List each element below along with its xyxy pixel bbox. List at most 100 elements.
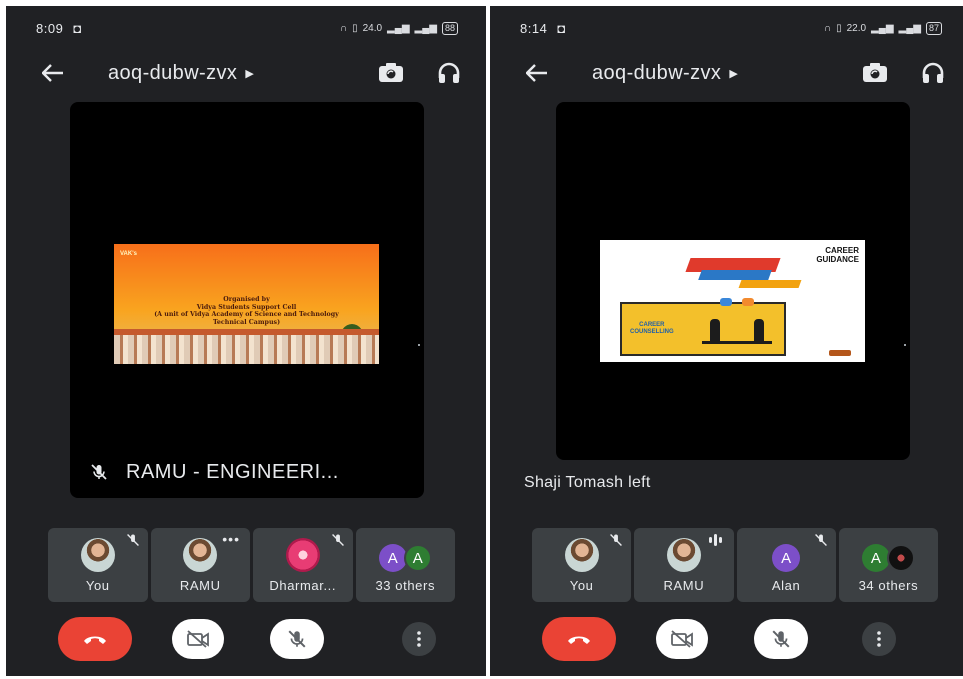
participant-strip: You RAMU A Alan A 34 others	[532, 528, 938, 602]
signal-icon: ▂▄▆	[871, 22, 894, 34]
call-controls	[58, 616, 446, 662]
speech-bubble	[720, 298, 732, 306]
presenter-name-bar: RAMU - ENGINEERI...	[70, 446, 424, 498]
meeting-code[interactable]: aoq-dubw-zvx	[592, 62, 721, 85]
caret-right-icon[interactable]: ▶	[245, 67, 253, 80]
avatar	[666, 538, 701, 572]
back-button[interactable]	[522, 58, 552, 88]
speaking-indicator-icon	[708, 534, 722, 546]
avatar-group: A A	[378, 544, 432, 572]
status-icons: ∩ ▯ 22.0 ▂▄▆ ▂▄▆ 87	[823, 21, 942, 35]
mic-toggle-button[interactable]	[270, 619, 324, 659]
participant-tile-ramu[interactable]: RAMU	[634, 528, 734, 602]
camera-toggle-button[interactable]	[656, 619, 708, 659]
avatar: A	[772, 544, 801, 572]
switch-camera-icon	[379, 63, 403, 82]
end-call-button[interactable]	[58, 617, 132, 661]
back-button[interactable]	[38, 58, 68, 88]
participant-tile-you[interactable]: You	[532, 528, 632, 602]
avatar	[80, 538, 115, 572]
audio-output-button[interactable]	[918, 58, 948, 88]
level-bar	[718, 537, 722, 543]
participant-tile-you[interactable]: You	[48, 528, 148, 602]
mic-off-icon	[331, 534, 344, 546]
presentation-slide: CAREER GUIDANCE CAREER COUNSELLING	[600, 240, 865, 362]
avatar	[886, 544, 915, 572]
scroll-indicator	[904, 344, 906, 346]
avatar: A	[403, 544, 432, 572]
status-bar: 8:14 ◘ ∩ ▯ 22.0 ▂▄▆ ▂▄▆ 87	[490, 6, 963, 50]
caret-right-icon[interactable]: ▶	[729, 67, 737, 80]
slide-title-line: CAREER	[825, 246, 859, 255]
slide-logo	[829, 350, 851, 356]
phone-hangup-icon	[568, 636, 590, 644]
participant-label: RAMU	[663, 578, 705, 593]
slide-title: CAREER GUIDANCE	[816, 246, 859, 264]
status-time: 8:14	[520, 20, 548, 36]
counselling-line: COUNSELLING	[630, 329, 674, 335]
mic-toggle-button[interactable]	[754, 619, 808, 659]
arrow-left-icon	[42, 64, 63, 82]
signal-icon: ▂▄▆	[387, 22, 410, 34]
presenter-tile[interactable]: CAREER GUIDANCE CAREER COUNSELLING	[556, 102, 910, 460]
status-bar: 8:09 ◘ ∩ ▯ 24.0 ▂▄▆ ▂▄▆ 88	[6, 6, 486, 50]
slide-line: Organised by	[223, 296, 270, 303]
participant-tile-alan[interactable]: A Alan	[736, 528, 836, 602]
battery-icon: 88	[441, 21, 458, 35]
network-speed: 24.0	[362, 22, 383, 34]
mic-off-icon	[814, 534, 827, 546]
audio-output-button[interactable]	[434, 58, 464, 88]
more-options-icon[interactable]: •••	[222, 531, 240, 547]
person-figure	[710, 319, 720, 341]
meeting-code[interactable]: aoq-dubw-zvx	[108, 62, 237, 85]
network-speed: 22.0	[846, 22, 867, 34]
participant-label: Dharmar...	[269, 578, 337, 593]
counselling-line: CAREER	[639, 322, 665, 328]
presenter-tile[interactable]: VAK's Organised by Vidya Students Suppor…	[70, 102, 424, 498]
switch-camera-button[interactable]	[374, 58, 408, 88]
end-call-button[interactable]	[542, 617, 616, 661]
participant-label: 34 others	[858, 578, 919, 593]
vibrate-icon: ▯	[352, 22, 358, 34]
slide-text: Organised by Vidya Students Support Cell…	[114, 296, 379, 326]
avatar-group: A	[861, 544, 915, 572]
camera-off-icon	[187, 630, 209, 648]
switch-camera-button[interactable]	[858, 58, 892, 88]
avatar	[285, 538, 320, 572]
avatar: A	[378, 544, 407, 572]
status-icons: ∩ ▯ 24.0 ▂▄▆ ▂▄▆ 88	[340, 21, 458, 35]
participant-tile-dharmar[interactable]: Dharmar...	[253, 528, 353, 602]
top-bar: aoq-dubw-zvx ▶	[6, 50, 486, 96]
slide-brand: VAK's	[120, 251, 137, 257]
participant-tile-others[interactable]: A A 33 others	[355, 528, 455, 602]
sync-icon: ◘	[73, 20, 82, 36]
camera-off-icon	[671, 630, 693, 648]
desk-illustration	[702, 298, 772, 344]
camera-toggle-button[interactable]	[172, 619, 224, 659]
speech-bubble	[742, 298, 754, 306]
avatar	[183, 538, 218, 572]
more-vert-icon	[877, 631, 881, 647]
headphones-icon	[438, 62, 460, 83]
level-bar	[713, 534, 717, 546]
arrow-graphic	[738, 280, 802, 288]
more-options-button[interactable]	[402, 622, 436, 656]
phone-hangup-icon	[84, 636, 106, 644]
meet-screen-right: 8:14 ◘ ∩ ▯ 22.0 ▂▄▆ ▂▄▆ 87 aoq-dubw-zvx …	[490, 6, 963, 676]
presenter-name: RAMU - ENGINEERI...	[126, 460, 339, 483]
slide-title-line: GUIDANCE	[816, 255, 859, 264]
more-options-button[interactable]	[862, 622, 896, 656]
mic-off-icon	[610, 534, 623, 546]
scroll-indicator	[418, 344, 420, 346]
slide-line: Technical Campus)	[212, 318, 281, 326]
level-bar	[708, 537, 712, 543]
call-controls	[542, 616, 930, 662]
switch-camera-icon	[863, 63, 887, 82]
avatar	[564, 538, 599, 572]
participant-tile-others[interactable]: A 34 others	[838, 528, 938, 602]
participant-left-notification: Shaji Tomash left	[524, 474, 651, 491]
headset-status-icon: ∩	[823, 22, 832, 34]
counselling-text: CAREER COUNSELLING	[630, 322, 674, 336]
participant-tile-ramu[interactable]: ••• RAMU	[150, 528, 250, 602]
participant-label: You	[569, 578, 594, 593]
